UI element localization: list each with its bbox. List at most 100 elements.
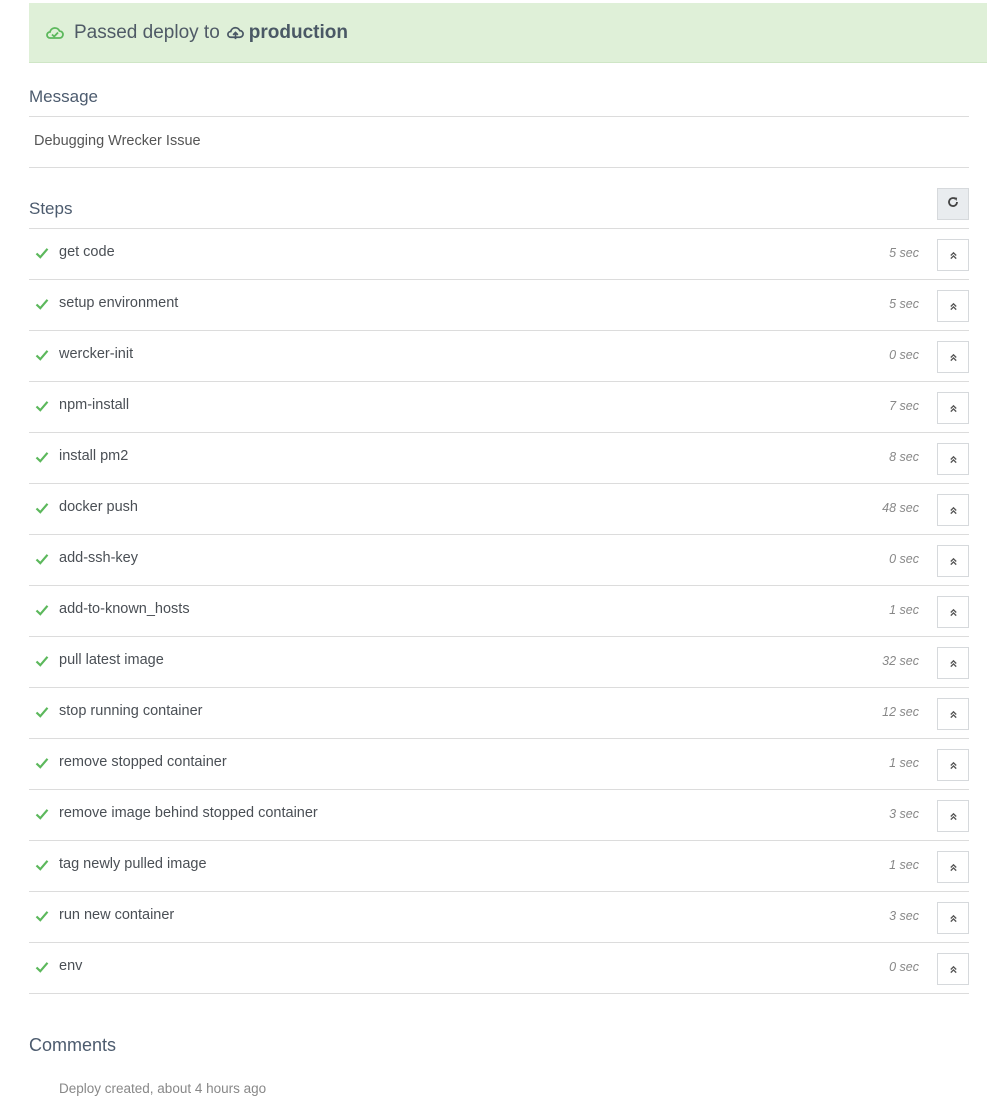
step-duration: 32 sec — [882, 654, 919, 668]
step-name: stop running container — [59, 703, 203, 719]
collapse-step-button[interactable] — [937, 800, 969, 832]
step-name: pull latest image — [59, 652, 164, 668]
chevron-double-up-icon — [949, 455, 957, 463]
collapse-step-button[interactable] — [937, 545, 969, 577]
step-row[interactable]: add-ssh-key 0 sec — [29, 535, 969, 586]
step-duration: 3 sec — [889, 807, 919, 821]
comments-title: Comments — [29, 1035, 117, 1055]
collapse-step-button[interactable] — [937, 698, 969, 730]
check-icon — [35, 807, 49, 821]
step-name: install pm2 — [59, 448, 129, 464]
step-duration: 12 sec — [882, 705, 919, 719]
check-icon — [35, 399, 49, 413]
step-name: remove stopped container — [59, 754, 227, 770]
step-duration: 5 sec — [889, 297, 919, 311]
collapse-step-button[interactable] — [937, 749, 969, 781]
collapse-step-button[interactable] — [937, 341, 969, 373]
chevron-double-up-icon — [949, 761, 957, 769]
step-duration: 1 sec — [889, 603, 919, 617]
collapse-step-button[interactable] — [937, 392, 969, 424]
collapse-step-button[interactable] — [937, 851, 969, 883]
step-row[interactable]: npm-install 7 sec — [29, 382, 969, 433]
step-duration: 1 sec — [889, 756, 919, 770]
check-icon — [35, 501, 49, 515]
step-row[interactable]: install pm2 8 sec — [29, 433, 969, 484]
step-duration: 1 sec — [889, 858, 919, 872]
step-name: get code — [59, 244, 115, 260]
collapse-step-button[interactable] — [937, 647, 969, 679]
chevron-double-up-icon — [949, 608, 957, 616]
message-title: Message — [29, 87, 98, 106]
status-banner: Passed deploy to production — [29, 3, 987, 63]
chevron-double-up-icon — [949, 557, 957, 565]
step-row[interactable]: env 0 sec — [29, 943, 969, 994]
status-text: Passed deploy to — [74, 21, 220, 43]
check-icon — [35, 450, 49, 464]
step-name: wercker-init — [59, 346, 134, 362]
step-row[interactable]: stop running container 12 sec — [29, 688, 969, 739]
check-icon — [35, 348, 49, 362]
steps-list: get code 5 sec setup environment 5 sec werck… — [29, 229, 969, 994]
check-icon — [35, 654, 49, 668]
collapse-step-button[interactable] — [937, 290, 969, 322]
step-row[interactable]: tag newly pulled image 1 sec — [29, 841, 969, 892]
deploy-target[interactable]: production — [249, 22, 348, 44]
step-row[interactable]: setup environment 5 sec — [29, 280, 969, 331]
step-row[interactable]: get code 5 sec — [29, 229, 969, 280]
step-name: add-ssh-key — [59, 550, 138, 566]
step-duration: 48 sec — [882, 501, 919, 515]
step-name: run new container — [59, 907, 175, 923]
chevron-double-up-icon — [949, 404, 957, 412]
chevron-double-up-icon — [949, 710, 957, 718]
refresh-button[interactable] — [937, 188, 969, 220]
step-duration: 0 sec — [889, 960, 919, 974]
step-duration: 8 sec — [889, 450, 919, 464]
step-row[interactable]: wercker-init 0 sec — [29, 331, 969, 382]
step-name: add-to-known_hosts — [59, 601, 190, 617]
chevron-double-up-icon — [949, 812, 957, 820]
divider — [29, 167, 969, 168]
step-duration: 0 sec — [889, 552, 919, 566]
check-icon — [35, 552, 49, 566]
step-row[interactable]: remove image behind stopped container 3 s… — [29, 790, 969, 841]
collapse-step-button[interactable] — [937, 494, 969, 526]
step-name: remove image behind stopped container — [59, 805, 318, 821]
comment-entry: Deploy created, about 4 hours ago — [59, 1081, 267, 1096]
step-name: docker push — [59, 499, 138, 515]
refresh-icon — [947, 195, 959, 213]
message-text: Debugging Wrecker Issue — [34, 133, 201, 149]
chevron-double-up-icon — [949, 251, 957, 259]
collapse-step-button[interactable] — [937, 953, 969, 985]
collapse-step-button[interactable] — [937, 902, 969, 934]
chevron-double-up-icon — [949, 965, 957, 973]
check-icon — [35, 858, 49, 872]
check-icon — [35, 909, 49, 923]
step-name: npm-install — [59, 397, 130, 413]
step-row[interactable]: add-to-known_hosts 1 sec — [29, 586, 969, 637]
check-icon — [35, 756, 49, 770]
chevron-double-up-icon — [949, 302, 957, 310]
step-name: tag newly pulled image — [59, 856, 207, 872]
step-duration: 5 sec — [889, 246, 919, 260]
chevron-double-up-icon — [949, 659, 957, 667]
chevron-double-up-icon — [949, 353, 957, 361]
step-name: env — [59, 958, 83, 974]
collapse-step-button[interactable] — [937, 443, 969, 475]
divider — [29, 116, 969, 117]
check-icon — [35, 705, 49, 719]
step-row[interactable]: docker push 48 sec — [29, 484, 969, 535]
check-icon — [35, 603, 49, 617]
step-duration: 0 sec — [889, 348, 919, 362]
collapse-step-button[interactable] — [937, 239, 969, 271]
step-row[interactable]: remove stopped container 1 sec — [29, 739, 969, 790]
check-icon — [35, 960, 49, 974]
collapse-step-button[interactable] — [937, 596, 969, 628]
cloud-check-icon — [45, 23, 65, 43]
cloud-upload-icon — [226, 23, 245, 42]
step-name: setup environment — [59, 295, 179, 311]
step-row[interactable]: run new container 3 sec — [29, 892, 969, 943]
step-duration: 3 sec — [889, 909, 919, 923]
step-row[interactable]: pull latest image 32 sec — [29, 637, 969, 688]
step-duration: 7 sec — [889, 399, 919, 413]
check-icon — [35, 246, 49, 260]
